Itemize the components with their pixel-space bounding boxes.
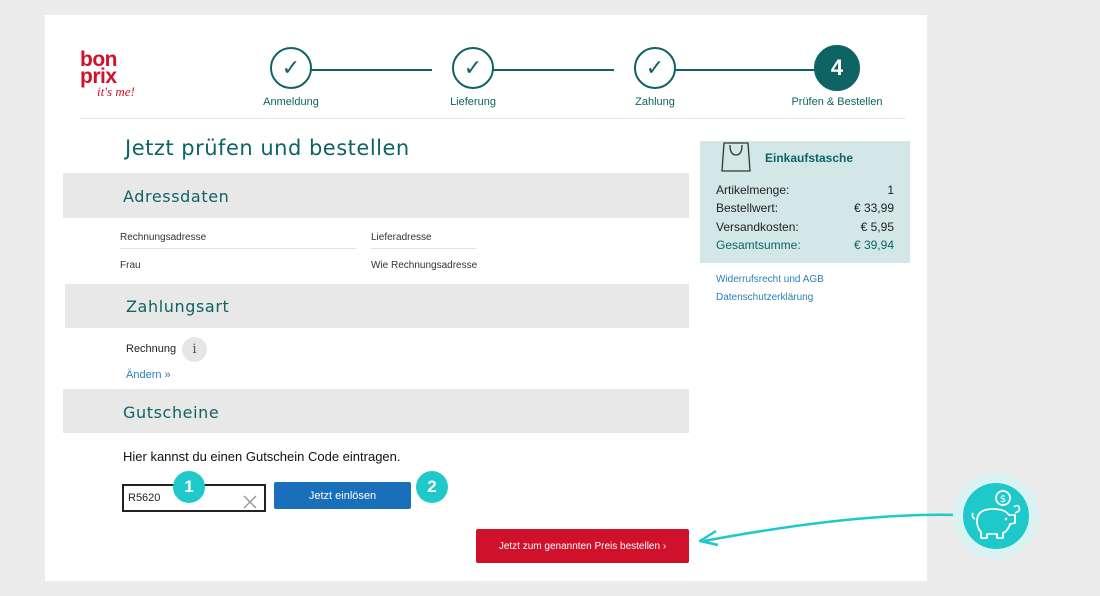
piggy-bank-badge: $ [953,473,1039,559]
terms-link[interactable]: Widerrufsrecht und AGB [716,274,824,285]
shipping-address-value: Wie Rechnungsadresse [371,260,478,271]
summary-title: Einkaufstasche [765,151,854,165]
place-order-button[interactable]: Jetzt zum genannten Preis bestellen › [476,529,689,563]
step-check-icon: ✓ [270,47,312,89]
step-check-icon: ✓ [634,47,676,89]
billing-address-header: Rechnungsadresse [120,232,207,243]
summary-row-shipping: Versandkosten: € 5,95 [716,220,894,234]
svg-text:$: $ [1000,494,1006,505]
privacy-link[interactable]: Datenschutzerklärung [716,292,813,303]
redeem-voucher-button[interactable]: Jetzt einlösen [274,482,411,509]
shipping-address-header: Lieferadresse [371,232,432,243]
row-value: € 39,94 [853,238,894,252]
payment-method: Rechnung [126,343,177,355]
row-label: Artikelmenge: [716,183,790,197]
row-label: Bestellwert: [716,201,779,215]
row-value: € 5,95 [860,220,894,234]
row-label: Gesamtsumme: [716,238,801,252]
step-label: Prüfen & Bestellen [791,96,883,108]
clear-icon[interactable] [242,494,258,510]
step-zahlung[interactable]: ✓ Zahlung [585,47,725,108]
pointer-arrow-icon [698,513,961,547]
divider [80,118,905,119]
piggy-bank-icon: $ [971,490,1021,539]
step-badge-2: 2 [416,471,448,503]
step-label: Zahlung [635,96,675,108]
summary-row-total: Gesamtsumme: € 39,94 [716,238,894,252]
page-title: Jetzt prüfen und bestellen [125,136,410,160]
section-title: Adressdaten [123,187,230,206]
payment-section-header: Zahlungsart [65,284,689,328]
order-summary: Einkaufstasche Artikelmenge: 1 Bestellwe… [700,141,910,263]
step-number-badge: 4 [814,45,860,91]
section-title: Gutscheine [123,403,220,422]
billing-address-value: Frau [120,260,141,271]
divider [120,248,356,249]
info-icon[interactable]: i [182,337,207,362]
step-lieferung[interactable]: ✓ Lieferung [403,47,543,108]
address-section-header: Adressdaten [63,173,689,218]
step-label: Anmeldung [263,96,319,108]
voucher-hint: Hier kannst du einen Gutschein Code eint… [123,449,401,464]
divider [371,248,476,249]
change-payment-link[interactable]: Ändern » [126,369,171,381]
row-value: € 33,99 [853,201,894,215]
piggy-bank-circle: $ [963,483,1029,549]
step-check-icon: ✓ [452,47,494,89]
shopping-bag-icon [721,142,751,172]
step-pruefen-bestellen: 4 Prüfen & Bestellen [767,45,907,108]
section-title: Zahlungsart [126,297,230,316]
summary-row-items: Artikelmenge: 1 [716,183,894,197]
checkout-stepper: ✓ Anmeldung ✓ Lieferung ✓ Zahlung 4 Prüf… [45,15,927,125]
step-badge-1: 1 [173,471,205,503]
voucher-section-header: Gutscheine [63,389,689,433]
step-anmeldung[interactable]: ✓ Anmeldung [221,47,361,108]
row-value: 1 [887,183,894,197]
row-label: Versandkosten: [716,220,799,234]
step-label: Lieferung [450,96,496,108]
summary-row-subtotal: Bestellwert: € 33,99 [716,201,894,215]
